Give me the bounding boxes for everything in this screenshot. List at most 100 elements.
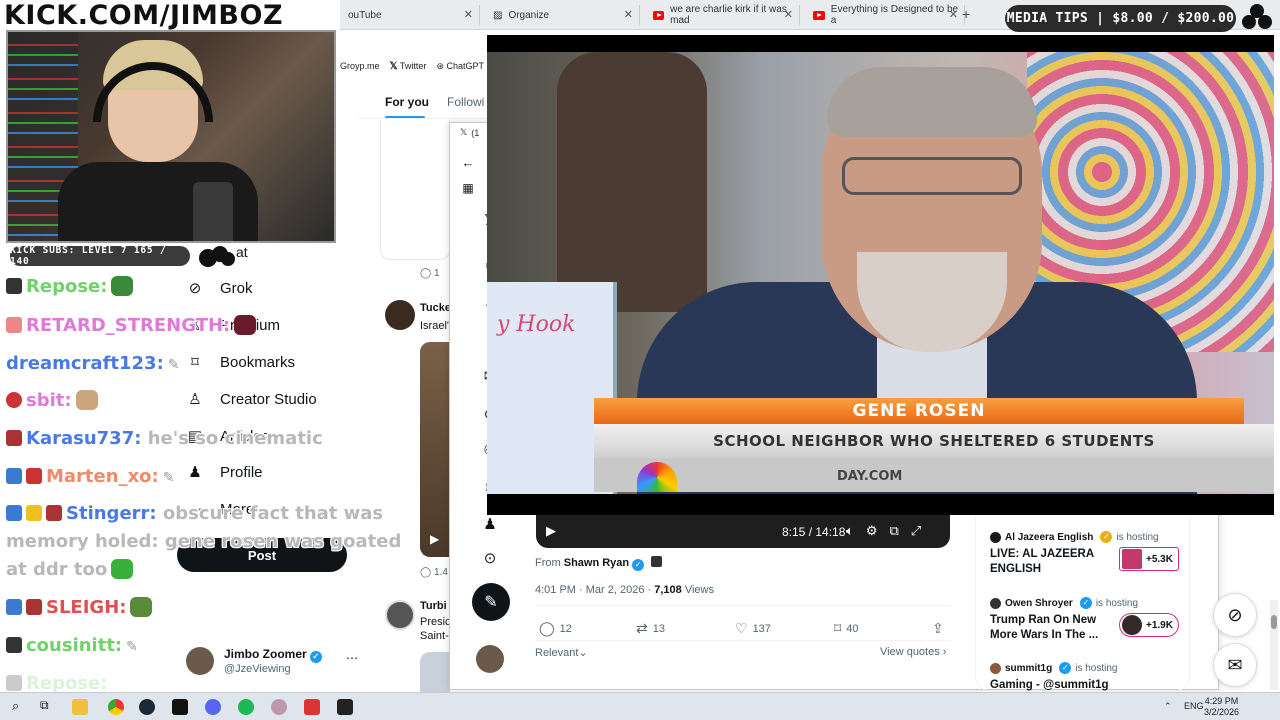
compose-post-button[interactable]: ✎: [472, 583, 510, 621]
sidebar-item-grok[interactable]: ⊘ Grok: [186, 279, 253, 298]
grok-floating-button[interactable]: ⊘: [1213, 593, 1257, 637]
glasses: [842, 157, 1022, 195]
more-dots-icon[interactable]: ⋯: [346, 651, 358, 665]
chat-message-continued: memory holed: gene rosen was goated: [6, 531, 402, 552]
close-icon[interactable]: ✕: [464, 8, 473, 21]
repost-button[interactable]: ⇄ 13: [636, 620, 665, 637]
avatar[interactable]: [476, 645, 504, 673]
browser-tab[interactable]: ▨ Organize ✕: [485, 5, 640, 25]
adobe-icon[interactable]: [337, 699, 353, 715]
scrollbar[interactable]: [1270, 600, 1278, 690]
app-icon[interactable]: [271, 699, 287, 715]
back-arrow-icon[interactable]: ←: [458, 155, 478, 170]
webcam-feed: [6, 30, 336, 243]
browser-tab[interactable]: Everything is Designed to be a ✕: [805, 4, 965, 26]
close-icon[interactable]: ✕: [624, 8, 633, 21]
file-explorer-icon[interactable]: [72, 699, 88, 715]
bookmark-item[interactable]: ⊛ ChatGPT: [436, 61, 484, 72]
more-icon[interactable]: ⊙: [480, 549, 500, 567]
tweet-media[interactable]: [420, 342, 450, 557]
subs-goal-badge: KICK SUBS: LEVEL 7 165 / 140: [10, 245, 190, 267]
calendar-icon[interactable]: [304, 699, 320, 715]
live-title: LIVE: AL JAZEERA ENGLISH: [990, 548, 1094, 575]
play-icon[interactable]: ▶: [430, 532, 439, 546]
sidebar-item-bookmarks[interactable]: ⌑ Bookmarks: [186, 353, 295, 372]
live-listeners-pill[interactable]: +5.3K: [1119, 547, 1179, 571]
tweet-author[interactable]: Tucke: [420, 302, 451, 314]
profile-icon[interactable]: ♟: [480, 515, 500, 533]
chatgpt-icon: ⊛: [436, 60, 444, 71]
reply-sort-dropdown[interactable]: Relevant⌄: [535, 646, 588, 659]
live-item[interactable]: Al Jazeera English ✓ is hosting LIVE: AL J…: [990, 531, 1185, 577]
repost-icon: ⇄: [636, 620, 648, 636]
embedded-card[interactable]: [380, 120, 450, 260]
apps-grid-icon[interactable]: ▦: [458, 181, 478, 195]
lower-third-website: DAY.COM: [837, 469, 903, 484]
spotify-icon[interactable]: [238, 699, 254, 715]
volume-icon[interactable]: 🔈︎: [846, 523, 854, 539]
profile-icon: ♟: [188, 464, 202, 481]
steam-icon[interactable]: [139, 699, 155, 715]
sidebar-item-creator-studio[interactable]: ♙ Creator Studio: [186, 390, 316, 409]
popup-tab[interactable]: 𝕏 (1: [460, 127, 479, 138]
live-item[interactable]: Owen Shroyer ✓ is hosting Trump Ran On New…: [990, 597, 1185, 643]
close-icon[interactable]: ✕: [949, 8, 958, 21]
language-indicator[interactable]: ENG: [1184, 701, 1204, 711]
reply-count[interactable]: ◯ 1: [420, 268, 440, 279]
tweet-text: Saint-: [420, 630, 449, 642]
like-button[interactable]: ♡ 137: [735, 620, 771, 637]
account-handle: @JzeViewing: [224, 663, 291, 675]
kick-app-icon[interactable]: [172, 699, 188, 715]
youtube-icon: [653, 10, 665, 20]
reply-button[interactable]: ◯ 12: [539, 620, 572, 637]
media-tips-goal: MEDIA TIPS | $8.00 / $200.00: [1005, 5, 1236, 32]
pip-icon[interactable]: ⧉: [889, 523, 898, 539]
browser-tab[interactable]: we are charlie kirk if it was mad ✕: [645, 4, 800, 26]
browser-tab[interactable]: ouTube ✕: [340, 5, 480, 25]
avatar[interactable]: [385, 600, 415, 630]
pepe-emote-icon: [111, 276, 134, 296]
play-icon[interactable]: ▶: [546, 523, 556, 539]
share-button[interactable]: ⇪: [932, 620, 944, 637]
account-switcher[interactable]: Jimbo Zoomer ✓ @JzeViewing ⋯: [186, 645, 361, 685]
avatar[interactable]: [385, 300, 415, 330]
view-quotes-link[interactable]: View quotes ›: [880, 646, 946, 658]
chevron-right-icon: ›: [942, 646, 947, 658]
source-account-link[interactable]: Shawn Ryan: [564, 557, 629, 569]
settings-icon[interactable]: ⚙: [866, 523, 878, 539]
bookmark-item[interactable]: Groyp.me: [340, 61, 380, 71]
reply-count[interactable]: ◯ 1.4: [420, 567, 448, 578]
messages-floating-button[interactable]: ✉: [1213, 643, 1257, 687]
chrome-icon[interactable]: [108, 699, 124, 715]
reply-icon: ◯: [420, 567, 432, 578]
verified-gold-icon: ✓: [1100, 531, 1113, 543]
discord-icon[interactable]: [205, 699, 221, 715]
video-frame: y Hook GENE ROSEN SCHOOL NEIGHBOR WHO SH…: [487, 52, 1274, 494]
new-tab-icon[interactable]: +: [962, 6, 970, 22]
tab-for-you[interactable]: For you: [385, 95, 429, 109]
video-overlay[interactable]: y Hook GENE ROSEN SCHOOL NEIGHBOR WHO SH…: [487, 35, 1274, 515]
account-name: Jimbo Zoomer: [224, 647, 307, 661]
live-listeners-pill[interactable]: +1.9K: [1119, 613, 1179, 637]
bookmark-button[interactable]: ⌑ 40: [834, 620, 858, 637]
tweet-media[interactable]: [420, 652, 450, 692]
scrollbar-thumb[interactable]: [1271, 615, 1277, 629]
close-icon[interactable]: ✕: [784, 8, 793, 21]
bookmark-item[interactable]: 𝕏 Twitter: [390, 61, 427, 72]
search-icon[interactable]: ⌕: [12, 698, 28, 714]
crown-badge-icon: [26, 505, 42, 521]
sidebar-item-profile[interactable]: ♟ Profile: [186, 463, 262, 482]
share-icon: ⇪: [932, 620, 944, 636]
tab-following[interactable]: Followi: [447, 95, 484, 109]
live-title: Trump Ran On New More Wars In The ...: [990, 614, 1099, 641]
chat-message: RETARD_STRENGTH:: [6, 315, 257, 336]
tweet-author[interactable]: Turbi: [420, 600, 447, 612]
clock[interactable]: 4:29 PM 3/2/2026: [1204, 696, 1239, 718]
fullscreen-icon[interactable]: ⤢: [911, 523, 921, 539]
tray-chevron-icon[interactable]: ⌃: [1164, 701, 1172, 712]
grok-icon: ⊘: [1227, 604, 1243, 625]
lower-third-title: SCHOOL NEIGHBOR WHO SHELTERED 6 STUDENTS: [594, 424, 1274, 458]
lower-third-bar: [594, 458, 1274, 492]
live-item[interactable]: summit1g ✓ is hosting Gaming - @summit1g: [990, 662, 1185, 693]
task-view-icon[interactable]: ⧉: [40, 698, 56, 714]
